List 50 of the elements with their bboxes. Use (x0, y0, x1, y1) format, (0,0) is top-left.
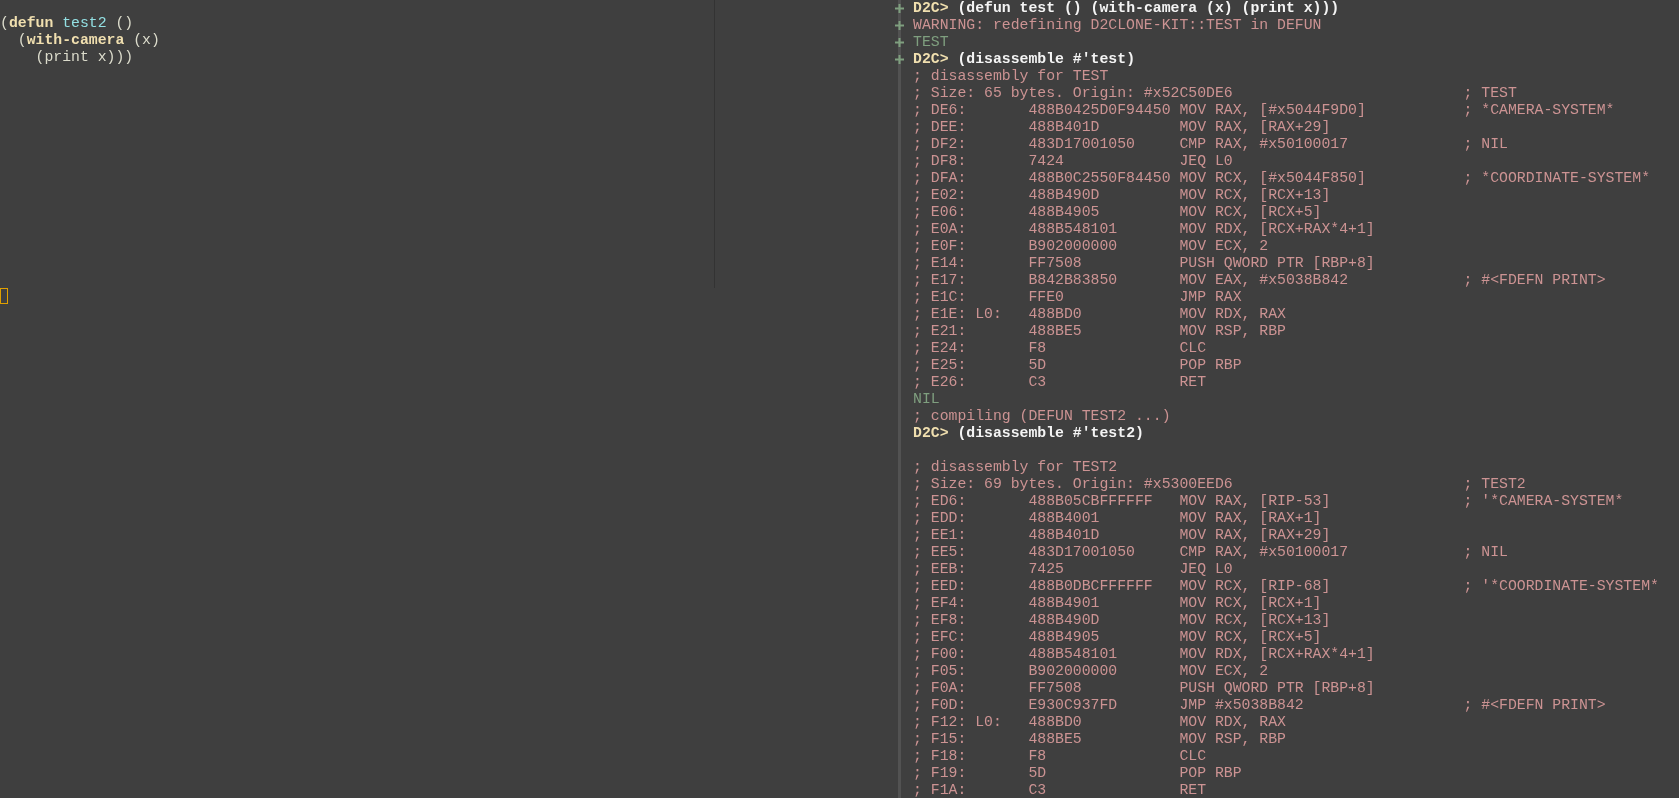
output-line: ; F05: B902000000 MOV ECX, 2 (913, 663, 1270, 680)
output-line: ; EEB: 7425 JEQ L0 (913, 561, 1234, 578)
output-line: ; DEE: 488B401D MOV RAX, [RAX+29] (913, 119, 1332, 136)
output-line: ; ED6: 488B05CBFFFFFF MOV RAX, [RIP-53] ; '*CAMERA-SYSTEM* (913, 493, 1625, 510)
output-line: ; DFA: 488B0C2550F84450 MOV RCX, [#x5044F850] ; *COORDINATE-SYSTEM* (913, 170, 1651, 187)
output-line: ; EED: 488B0DBCFFFFFF MOV RCX, [RIP-68] ; '*COORDINATE-SYSTEM* (913, 578, 1660, 595)
output-line: ; F0A: FF7508 PUSH QWORD PTR [RBP+8] (913, 680, 1376, 697)
output-line: ; F0D: E930C937FD JMP #x5038B842 ; #<FDEFN PRINT> (913, 697, 1607, 714)
output-line: ; F19: 5D POP RBP (913, 765, 1243, 782)
result-line: NIL (913, 391, 941, 408)
output-line: ; DE6: 488B0425D0F94450 MOV RAX, [#x5044F9D0] ; *CAMERA-SYSTEM* (913, 102, 1616, 119)
prompt-line: D2C> (disassemble #'test) (913, 51, 1136, 68)
output-line: ; F15: 488BE5 MOV RSP, RBP (913, 731, 1287, 748)
output-line: ; EE5: 483D17001050 CMP RAX, #x50100017 ; NIL (913, 544, 1509, 561)
output-line: ; EDD: 488B4001 MOV RAX, [RAX+1] (913, 510, 1323, 527)
output-line: ; F1A: C3 RET (913, 782, 1208, 798)
code-line: (with-camera (x) (16, 32, 161, 49)
output-line: ; E24: F8 CLC (913, 340, 1208, 357)
output-line: ; E21: 488BE5 MOV RSP, RBP (913, 323, 1287, 340)
output-line: ; EE1: 488B401D MOV RAX, [RAX+29] (913, 527, 1332, 544)
output-line: ; E14: FF7508 PUSH QWORD PTR [RBP+8] (913, 255, 1376, 272)
output-line: ; E1E: L0: 488BD0 MOV RDX, RAX (913, 306, 1287, 323)
code-line: (print x))) (34, 49, 135, 66)
output-line: ; E02: 488B490D MOV RCX, [RCX+13] (913, 187, 1332, 204)
output-line: ; EFC: 488B4905 MOV RCX, [RCX+5] (913, 629, 1323, 646)
output-line: ; F00: 488B548101 MOV RDX, [RCX+RAX*4+1] (913, 646, 1376, 663)
output-line: ; EF8: 488B490D MOV RCX, [RCX+13] (913, 612, 1332, 629)
output-line: ; E06: 488B4905 MOV RCX, [RCX+5] (913, 204, 1323, 221)
result-line: TEST (913, 34, 950, 51)
output-line: ; disassembly for TEST (913, 68, 1110, 85)
output-line: ; E25: 5D POP RBP (913, 357, 1243, 374)
code-line: (defun test2 () (0, 15, 135, 32)
output-line: ; EF4: 488B4901 MOV RCX, [RCX+1] (913, 595, 1323, 612)
output-line: ; E26: C3 RET (913, 374, 1208, 391)
output-line: ; disassembly for TEST2 (913, 459, 1119, 476)
output-line: ; compiling (DEFUN TEST2 ...) (913, 408, 1172, 425)
output-line: ; Size: 69 bytes. Origin: #x5300EED6 ; TEST2 (913, 476, 1527, 493)
output-line: ; E1C: FFE0 JMP RAX (913, 289, 1243, 306)
output-line: ; E0A: 488B548101 MOV RDX, [RCX+RAX*4+1] (913, 221, 1376, 238)
prompt-line: D2C> (disassemble #'test2) (913, 425, 1145, 442)
output-line: ; F12: L0: 488BD0 MOV RDX, RAX (913, 714, 1287, 731)
prompt-line: D2C> (defun test () (with-camera (x) (print x))) (913, 0, 1341, 17)
output-line: ; Size: 65 bytes. Origin: #x52C50DE6 ; TEST (913, 85, 1518, 102)
text-cursor (0, 288, 8, 304)
output-line: ; E17: B842B83850 MOV EAX, #x5038B842 ; #<FDEFN PRINT> (913, 272, 1607, 289)
output-line: WARNING: redefining D2CLONE-KIT::TEST in DEFUN (913, 17, 1323, 34)
output-line: ; F18: F8 CLC (913, 748, 1208, 765)
output-line: ; DF2: 483D17001050 CMP RAX, #x50100017 ; NIL (913, 136, 1509, 153)
output-line: ; DF8: 7424 JEQ L0 (913, 153, 1234, 170)
output-line: ; E0F: B902000000 MOV ECX, 2 (913, 238, 1270, 255)
